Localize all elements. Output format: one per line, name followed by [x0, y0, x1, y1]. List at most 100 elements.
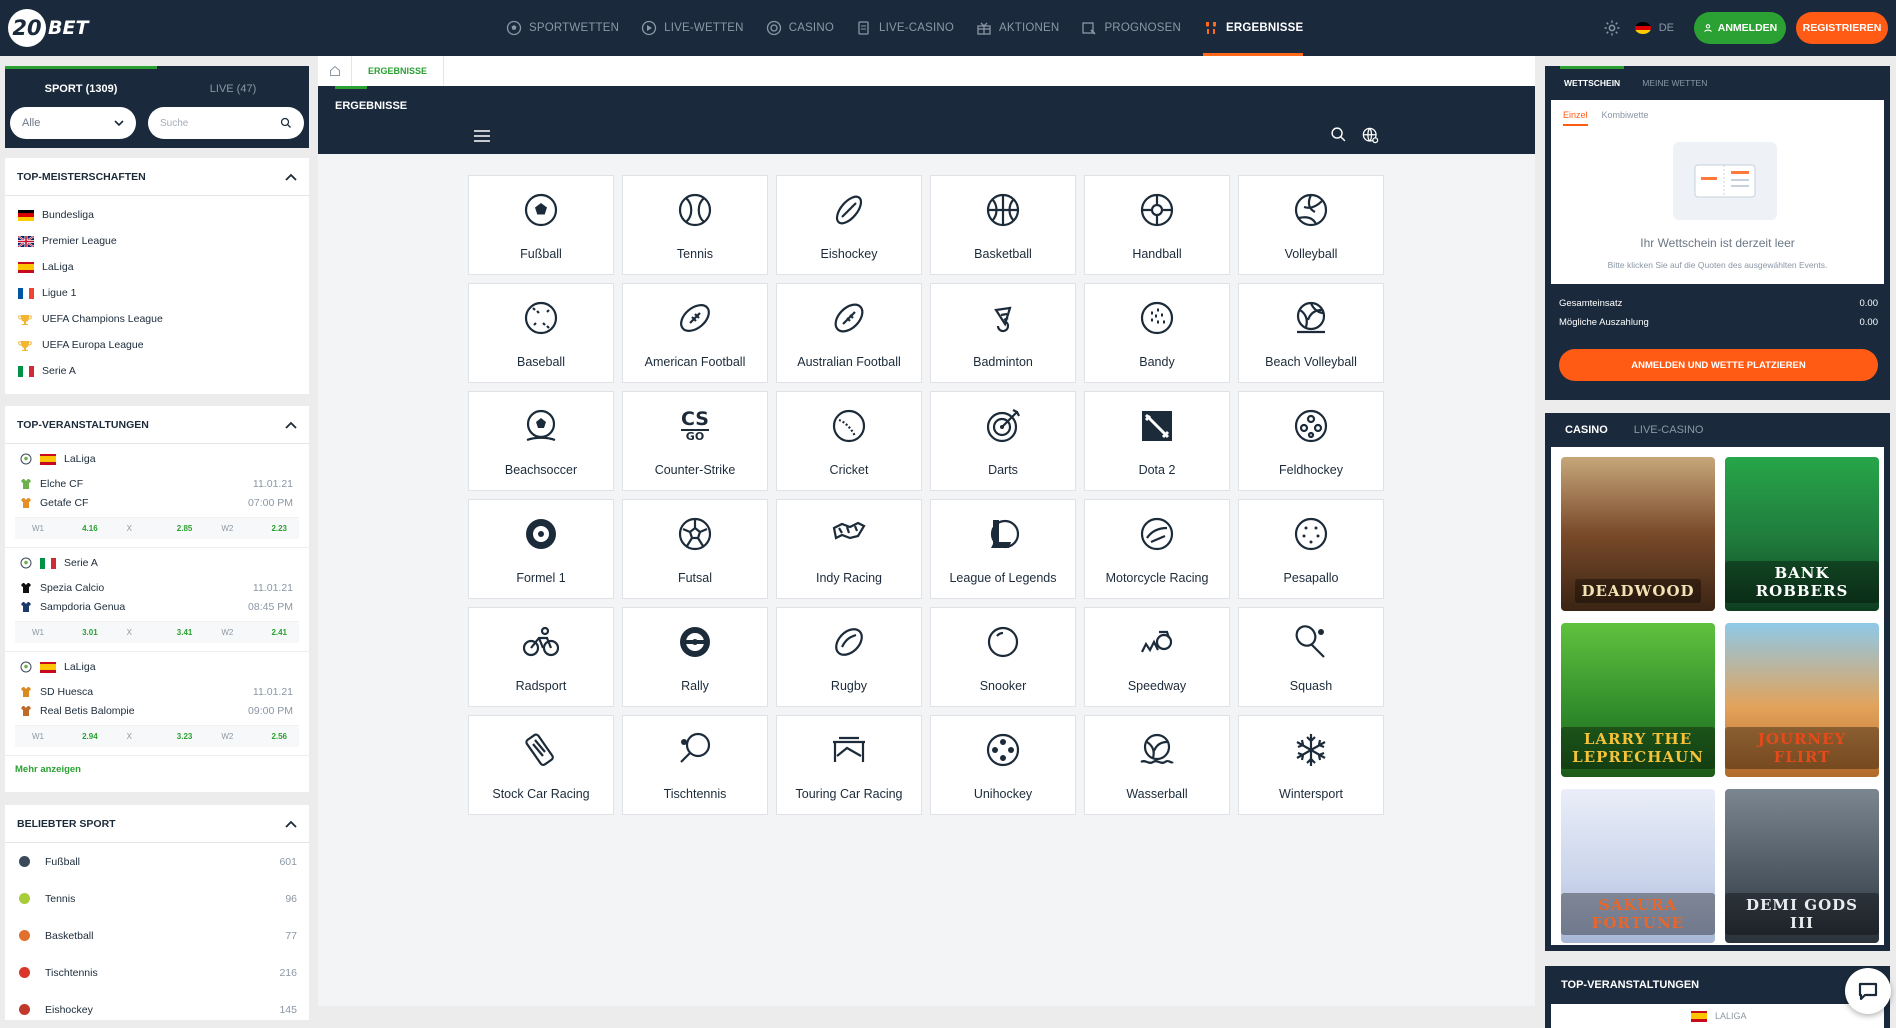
nav-item-ergebnisse[interactable]: ERGEBNISSE [1203, 0, 1304, 56]
odd-w2-button[interactable]: W2 2.41 [204, 628, 299, 637]
popular-sport-item[interactable]: Fußball 601 [5, 843, 309, 880]
sport-card[interactable]: Formel 1 [468, 499, 614, 599]
sport-card[interactable]: Wasserball [1084, 715, 1230, 815]
tab-casino[interactable]: CASINO [1565, 424, 1608, 436]
sport-card[interactable]: Rugby [776, 607, 922, 707]
odd-w1-button[interactable]: W1 3.01 [15, 628, 110, 637]
nav-item-aktionen[interactable]: AKTIONEN [976, 0, 1059, 56]
language-switcher[interactable]: DE [1634, 22, 1674, 34]
sport-card[interactable]: Tennis [622, 175, 768, 275]
sport-card[interactable]: Tischtennis [622, 715, 768, 815]
sport-card[interactable]: Pesapallo [1238, 499, 1384, 599]
nav-item-prognosen[interactable]: PROGNOSEN [1081, 0, 1181, 56]
tab-single[interactable]: Einzel [1563, 110, 1588, 126]
sport-card[interactable]: Bandy [1084, 283, 1230, 383]
chat-icon[interactable] [1845, 968, 1891, 1014]
chevron-up-icon[interactable] [285, 173, 297, 181]
odd-w1-button[interactable]: W1 4.16 [15, 524, 110, 533]
casino-game-tile[interactable]: JOURNEY FLIRT [1725, 623, 1879, 777]
popular-sports-header[interactable]: BELIEBTER SPORT [5, 805, 309, 843]
sport-card[interactable]: Unihockey [930, 715, 1076, 815]
sport-card[interactable]: Australian Football [776, 283, 922, 383]
sport-card[interactable]: Squash [1238, 607, 1384, 707]
globe-settings-icon[interactable] [1361, 126, 1380, 145]
tab-combo[interactable]: Kombiwette [1602, 110, 1649, 126]
place-bet-button[interactable]: ANMELDEN UND WETTE PLATZIEREN [1559, 349, 1878, 381]
sport-card[interactable]: Snooker [930, 607, 1076, 707]
sport-card[interactable]: Radsport [468, 607, 614, 707]
tab-my-bets[interactable]: MEINE WETTEN [1642, 66, 1707, 100]
sport-filter-select[interactable]: Alle [10, 107, 136, 139]
sport-card[interactable]: Beach Volleyball [1238, 283, 1384, 383]
sport-card[interactable]: Futsal [622, 499, 768, 599]
sport-card[interactable]: Touring Car Racing [776, 715, 922, 815]
top-events-header[interactable]: TOP-VERANSTALTUNGEN [5, 406, 309, 444]
odd-w2-button[interactable]: W2 2.56 [204, 732, 299, 741]
sport-card[interactable]: Eishockey [776, 175, 922, 275]
nav-item-live-wetten[interactable]: LIVE-WETTEN [641, 0, 744, 56]
chevron-up-icon[interactable] [285, 820, 297, 828]
casino-game-tile[interactable]: LARRY THE LEPRECHAUN [1561, 623, 1715, 777]
event-card[interactable]: Serie A Spezia Calcio 11.01.21 Sampdoria Ge… [5, 548, 309, 652]
odd-w2-button[interactable]: W2 2.23 [204, 524, 299, 533]
sport-card[interactable]: Fußball [468, 175, 614, 275]
sport-card[interactable]: Feldhockey [1238, 391, 1384, 491]
league-item[interactable]: UEFA Europa League [5, 332, 309, 358]
league-item[interactable]: Premier League [5, 228, 309, 254]
popular-sport-item[interactable]: Tischtennis 216 [5, 954, 309, 991]
nav-item-casino[interactable]: CASINO [766, 0, 834, 56]
register-button[interactable]: REGISTRIEREN [1796, 12, 1888, 44]
breadcrumb-current[interactable]: ERGEBNISSE [352, 56, 445, 86]
league-item[interactable]: UEFA Champions League [5, 306, 309, 332]
popular-sport-item[interactable]: Tennis 96 [5, 880, 309, 917]
casino-game-tile[interactable]: DEMI GODS III [1725, 789, 1879, 943]
odd-x-button[interactable]: X 3.41 [110, 628, 205, 637]
popular-sport-item[interactable]: Basketball 77 [5, 917, 309, 954]
sport-card[interactable]: Badminton [930, 283, 1076, 383]
sport-card[interactable]: Stock Car Racing [468, 715, 614, 815]
casino-game-tile[interactable]: DEADWOOD [1561, 457, 1715, 611]
nav-item-sportwetten[interactable]: SPORTWETTEN [506, 0, 619, 56]
popular-sport-item[interactable]: Eishockey 145 [5, 991, 309, 1028]
odd-x-button[interactable]: X 3.23 [110, 732, 205, 741]
league-item[interactable]: LaLiga [5, 254, 309, 280]
event-card[interactable]: LaLiga SD Huesca 11.01.21 Real Betis Balomp… [5, 652, 309, 756]
nav-item-live-casino[interactable]: LIVE-CASINO [856, 0, 954, 56]
sport-card[interactable]: Darts [930, 391, 1076, 491]
league-item[interactable]: Bundesliga [5, 202, 309, 228]
sport-card[interactable]: Baseball [468, 283, 614, 383]
league-item[interactable]: Ligue 1 [5, 280, 309, 306]
gear-icon[interactable] [1603, 19, 1621, 37]
casino-game-tile[interactable]: SAKURA FORTUNE [1561, 789, 1715, 943]
top-leagues-header[interactable]: TOP-MEISTERSCHAFTEN [5, 158, 309, 196]
sport-card[interactable]: Indy Racing [776, 499, 922, 599]
search-input[interactable]: Suche [148, 107, 304, 139]
sport-card[interactable]: Rally [622, 607, 768, 707]
event-card[interactable]: LaLiga Elche CF 11.01.21 Getafe CF 07:00 PM W… [5, 444, 309, 548]
sport-card[interactable]: Beachsoccer [468, 391, 614, 491]
search-icon[interactable] [1330, 126, 1347, 145]
odd-x-button[interactable]: X 2.85 [110, 524, 205, 533]
tab-betslip[interactable]: WETTSCHEIN [1559, 66, 1625, 100]
sport-card[interactable]: Dota 2 [1084, 391, 1230, 491]
login-button[interactable]: ANMELDEN [1694, 12, 1786, 44]
home-icon[interactable] [318, 56, 352, 86]
sport-card[interactable]: Handball [1084, 175, 1230, 275]
league-item[interactable]: Serie A [5, 358, 309, 384]
casino-game-tile[interactable]: BANK ROBBERS [1725, 457, 1879, 611]
menu-icon[interactable] [474, 130, 490, 142]
chevron-up-icon[interactable] [285, 421, 297, 429]
sport-card[interactable]: Cricket [776, 391, 922, 491]
sport-card[interactable]: CS GO Counter-Strike [622, 391, 768, 491]
sport-card[interactable]: American Football [622, 283, 768, 383]
sport-card[interactable]: League of Legends [930, 499, 1076, 599]
show-more-link[interactable]: Mehr anzeigen [5, 756, 309, 783]
sport-card[interactable]: Volleyball [1238, 175, 1384, 275]
odd-w1-button[interactable]: W1 2.94 [15, 732, 110, 741]
sport-card[interactable]: Speedway [1084, 607, 1230, 707]
sport-card[interactable]: Wintersport [1238, 715, 1384, 815]
tab-live-casino[interactable]: LIVE-CASINO [1634, 424, 1704, 436]
sport-card[interactable]: Basketball [930, 175, 1076, 275]
sport-card[interactable]: Motorcycle Racing [1084, 499, 1230, 599]
brand-logo[interactable]: 20 BET [8, 8, 88, 48]
